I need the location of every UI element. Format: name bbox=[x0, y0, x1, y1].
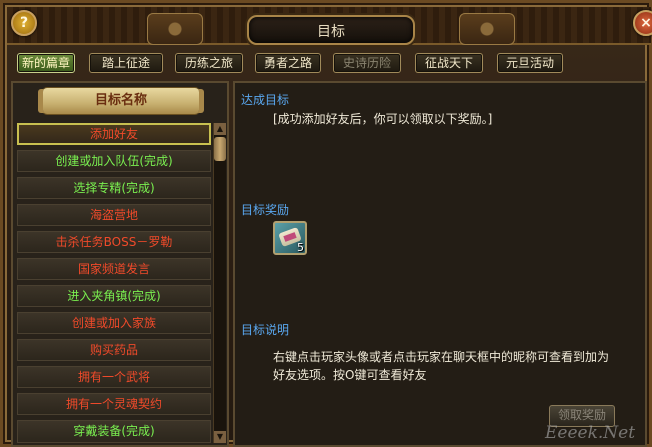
list-item[interactable]: 拥有一个灵魂契约 bbox=[17, 393, 211, 415]
list-item[interactable]: 国家频道发言 bbox=[17, 258, 211, 280]
tab-hero-road[interactable]: 勇者之路 bbox=[255, 53, 321, 73]
title-plate: 目标 bbox=[247, 15, 415, 45]
ornament bbox=[459, 13, 515, 45]
ornament bbox=[147, 13, 203, 45]
scroll-down-icon[interactable]: ▼ bbox=[214, 431, 226, 443]
list-item[interactable]: 海盗营地 bbox=[17, 204, 211, 226]
list-item[interactable]: 选择专精(完成) bbox=[17, 177, 211, 199]
close-button[interactable]: × bbox=[633, 10, 652, 36]
tab-new-chapter[interactable]: 新的篇章 bbox=[17, 53, 75, 73]
watermark: Eeeek.Net bbox=[545, 423, 636, 443]
list-item[interactable]: 拥有一个武将 bbox=[17, 366, 211, 388]
goal-window: ? × 目标 新的篇章 踏上征途 历练之旅 勇者之路 史诗历险 征战天下 元旦活… bbox=[0, 0, 652, 447]
list-item[interactable]: 穿戴装备(完成) bbox=[17, 420, 211, 443]
description-text-line1: 右键点击玩家头像或者点击玩家在聊天框中的昵称可查看到加为 bbox=[273, 350, 610, 364]
goal-list-header: 目标名称 bbox=[43, 88, 199, 114]
tab-epic[interactable]: 史诗历险 bbox=[333, 53, 401, 73]
scroll-thumb[interactable] bbox=[214, 137, 226, 161]
help-button[interactable]: ? bbox=[11, 10, 37, 36]
tab-new-year[interactable]: 元旦活动 bbox=[497, 53, 563, 73]
window-title: 目标 bbox=[317, 24, 345, 40]
goal-list-scrollbar[interactable]: ▲ ▼ bbox=[213, 123, 226, 443]
tab-embark[interactable]: 踏上征途 bbox=[89, 53, 163, 73]
scroll-icon[interactable]: 5 bbox=[273, 221, 307, 255]
list-item[interactable]: 添加好友 bbox=[17, 123, 211, 145]
achieve-text: [成功添加好友后，你可以领取以下奖励。] bbox=[273, 112, 493, 126]
list-item[interactable]: 购买药品 bbox=[17, 339, 211, 361]
reward-label: 目标奖励 bbox=[241, 203, 290, 217]
list-item[interactable]: 创建或加入队伍(完成) bbox=[17, 150, 211, 172]
description-text-line2: 好友选项。按O键可查看好友 bbox=[273, 368, 427, 382]
description-label: 目标说明 bbox=[241, 323, 290, 337]
list-item[interactable]: 创建或加入家族 bbox=[17, 312, 211, 334]
list-item[interactable]: 击杀任务BOSS－罗勒 bbox=[17, 231, 211, 253]
reward-count: 5 bbox=[297, 241, 304, 254]
scroll-up-icon[interactable]: ▲ bbox=[214, 123, 226, 135]
tab-trial[interactable]: 历练之旅 bbox=[175, 53, 243, 73]
tab-conquest[interactable]: 征战天下 bbox=[415, 53, 483, 73]
goal-detail-panel: 达成目标 [成功添加好友后，你可以领取以下奖励。] 目标奖励 5 目标说明 右键… bbox=[233, 81, 647, 447]
list-item[interactable]: 进入夹角镇(完成) bbox=[17, 285, 211, 307]
goal-list-panel: 目标名称 添加好友 创建或加入队伍(完成) 选择专精(完成) 海盗营地 击杀任务… bbox=[11, 81, 229, 447]
achieve-label: 达成目标 bbox=[241, 93, 290, 107]
